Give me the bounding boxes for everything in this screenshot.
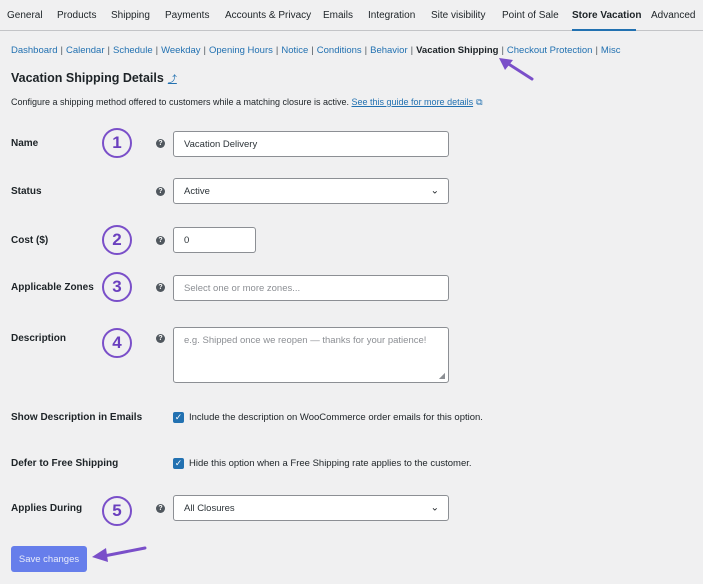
defer-free-shipping-checkbox[interactable]: ✓ <box>173 458 184 469</box>
subnav-notice[interactable]: Notice <box>281 45 308 56</box>
active-tab-indicator <box>572 29 636 31</box>
save-button[interactable]: Save changes <box>11 546 87 572</box>
show-description-checkbox[interactable]: ✓ <box>173 412 184 423</box>
tab-shipping[interactable]: Shipping <box>111 10 150 21</box>
title-link-icon[interactable]: ⤴ <box>168 74 177 84</box>
tab-payments[interactable]: Payments <box>165 10 209 21</box>
help-icon[interactable]: ? <box>156 504 165 513</box>
tab-emails[interactable]: Emails <box>323 10 353 21</box>
section-subnav: Dashboard | Calendar | Schedule | Weekday | Open… <box>11 45 621 56</box>
status-label: Status <box>11 186 42 197</box>
guide-link[interactable]: See this guide for more details <box>352 97 474 107</box>
help-icon[interactable]: ? <box>156 236 165 245</box>
tab-products[interactable]: Products <box>57 10 96 21</box>
step-badge-2: 2 <box>102 225 132 255</box>
help-icon[interactable]: ? <box>156 334 165 343</box>
defer-free-shipping-text: Hide this option when a Free Shipping ra… <box>189 458 472 469</box>
step-badge-4: 4 <box>102 328 132 358</box>
tab-integration[interactable]: Integration <box>368 10 415 21</box>
subnav-dashboard[interactable]: Dashboard <box>11 45 57 56</box>
subnav-checkout-protection[interactable]: Checkout Protection <box>507 45 593 56</box>
external-link-icon: ⧉ <box>476 97 483 107</box>
show-description-label: Show Description in Emails <box>11 412 143 423</box>
help-icon[interactable]: ? <box>156 187 165 196</box>
tab-advanced[interactable]: Advanced <box>651 10 695 21</box>
name-input[interactable]: Vacation Delivery <box>173 131 449 157</box>
applies-during-label: Applies During <box>11 503 83 514</box>
cost-input[interactable]: 0 <box>173 227 256 253</box>
step-badge-1: 1 <box>102 128 132 158</box>
page-title: Vacation Shipping Details ⤴ <box>11 71 177 85</box>
tab-point-of-sale[interactable]: Point of Sale <box>502 10 559 21</box>
name-label: Name <box>11 138 39 149</box>
subnav-schedule[interactable]: Schedule <box>113 45 153 56</box>
subnav-opening-hours[interactable]: Opening Hours <box>209 45 273 56</box>
step-badge-5: 5 <box>102 496 132 526</box>
tab-site-visibility[interactable]: Site visibility <box>431 10 485 21</box>
description-textarea[interactable]: e.g. Shipped once we reopen — thanks for… <box>173 327 449 383</box>
applies-during-select[interactable]: All Closures ⌄ <box>173 495 449 521</box>
defer-free-shipping-label: Defer to Free Shipping <box>11 458 119 469</box>
zones-select[interactable]: Select one or more zones... <box>173 275 449 301</box>
subnav-weekday[interactable]: Weekday <box>161 45 200 56</box>
chevron-down-icon: ⌄ <box>430 502 439 514</box>
status-select[interactable]: Active ⌄ <box>173 178 449 204</box>
subnav-calendar[interactable]: Calendar <box>66 45 105 56</box>
subnav-misc[interactable]: Misc <box>601 45 621 56</box>
cost-label: Cost ($) <box>11 235 49 246</box>
tab-store-vacation[interactable]: Store Vacation <box>572 10 641 21</box>
subnav-behavior[interactable]: Behavior <box>370 45 408 56</box>
subnav-conditions[interactable]: Conditions <box>317 45 362 56</box>
zones-label: Applicable Zones <box>11 282 94 293</box>
annotation-arrow-subnav <box>499 58 534 81</box>
section-intro: Configure a shipping method offered to c… <box>11 97 483 107</box>
step-badge-3: 3 <box>102 272 132 302</box>
chevron-down-icon: ⌄ <box>430 185 439 197</box>
subnav-vacation-shipping[interactable]: Vacation Shipping <box>416 45 498 56</box>
annotation-arrow-save <box>92 546 147 562</box>
settings-tabs: General Products Shipping Payments Accou… <box>0 0 703 31</box>
tab-accounts-privacy[interactable]: Accounts & Privacy <box>225 10 311 21</box>
description-label: Description <box>11 333 67 344</box>
help-icon[interactable]: ? <box>156 139 165 148</box>
tab-general[interactable]: General <box>7 10 43 21</box>
show-description-text: Include the description on WooCommerce o… <box>189 412 483 423</box>
help-icon[interactable]: ? <box>156 283 165 292</box>
resize-grip-icon[interactable]: ◢ <box>439 371 445 380</box>
